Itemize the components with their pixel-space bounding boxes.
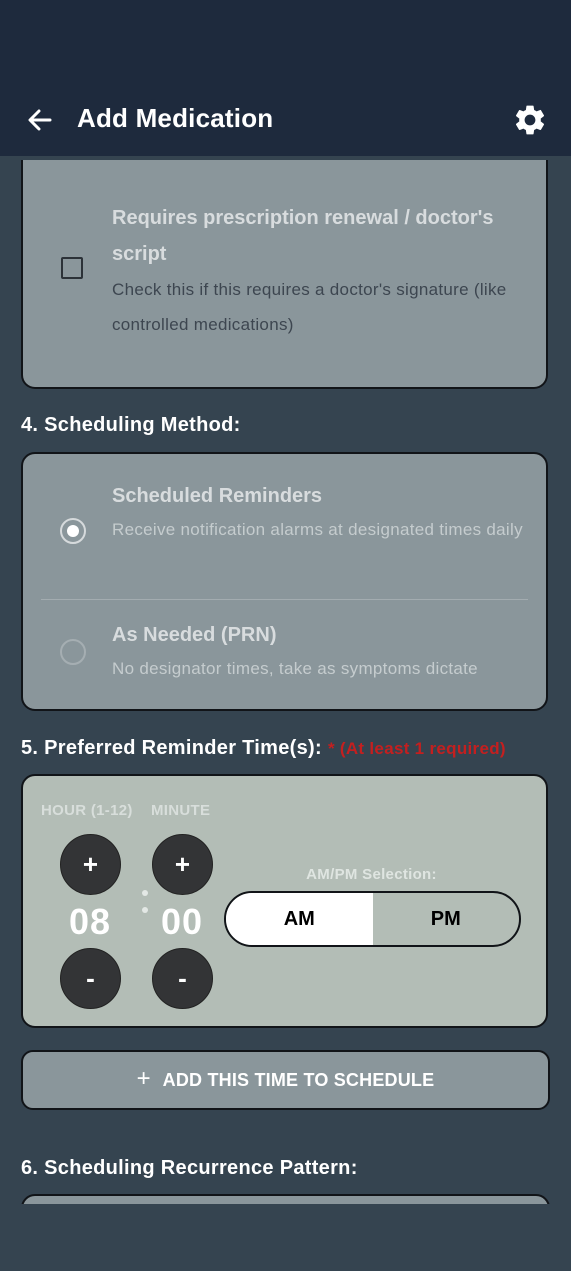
radio-as-needed[interactable] bbox=[60, 639, 86, 665]
colon-dot-top bbox=[142, 890, 148, 896]
ampm-label: AM/PM Selection: bbox=[306, 866, 437, 883]
reminder-time-label-text: 5. Preferred Reminder Time(s): bbox=[21, 737, 322, 759]
hour-value[interactable]: 08 bbox=[50, 901, 130, 943]
hour-decrement-button[interactable]: - bbox=[60, 948, 121, 1009]
option-title: As Needed (PRN) bbox=[112, 624, 277, 646]
page-title: Add Medication bbox=[77, 103, 274, 133]
bottom-navigation-area bbox=[0, 1204, 571, 1271]
option-title: Scheduled Reminders bbox=[112, 485, 323, 507]
recurrence-label: 6. Scheduling Recurrence Pattern: bbox=[21, 1157, 358, 1179]
plus-icon: + bbox=[136, 1064, 151, 1092]
option-description: No designator times, take as symptoms di… bbox=[112, 659, 478, 678]
app-bar: Add Medication bbox=[0, 80, 571, 156]
pm-option[interactable]: PM bbox=[373, 893, 520, 945]
minute-decrement-button[interactable]: - bbox=[152, 948, 213, 1009]
hour-increment-button[interactable]: + bbox=[60, 834, 121, 895]
minute-label: MINUTE bbox=[151, 802, 211, 819]
radio-scheduled-reminders[interactable] bbox=[60, 518, 86, 544]
ampm-toggle[interactable]: AM PM bbox=[224, 891, 521, 947]
settings-button[interactable] bbox=[512, 102, 548, 138]
time-picker-card: HOUR (1-12) MINUTE + + 08 00 - - AM/PM S… bbox=[21, 774, 548, 1028]
prescription-title: Requires prescription renewal / doctor's… bbox=[112, 207, 494, 265]
recurrence-card[interactable] bbox=[21, 1194, 550, 1204]
required-note: * (At least 1 required) bbox=[327, 739, 506, 758]
scheduling-method-label: 4. Scheduling Method: bbox=[21, 414, 241, 436]
reminder-time-label: 5. Preferred Reminder Time(s): * (At leas… bbox=[21, 737, 506, 760]
add-time-button-label: ADD THIS TIME TO SCHEDULE bbox=[162, 1069, 435, 1090]
arrow-left-icon bbox=[28, 109, 52, 131]
option-description: Receive notification alarms at designate… bbox=[112, 520, 523, 539]
prescription-description: Check this if this requires a doctor's s… bbox=[112, 280, 507, 334]
prescription-card[interactable]: Requires prescription renewal / doctor's… bbox=[21, 160, 548, 389]
minute-increment-button[interactable]: + bbox=[152, 834, 213, 895]
form-scroll-area[interactable]: Requires prescription renewal / doctor's… bbox=[0, 156, 571, 1204]
back-button[interactable] bbox=[22, 102, 58, 138]
add-time-button[interactable]: + ADD THIS TIME TO SCHEDULE bbox=[21, 1050, 550, 1110]
am-option[interactable]: AM bbox=[226, 893, 373, 945]
gear-icon bbox=[515, 105, 545, 135]
scheduling-method-card: Scheduled Reminders Receive notification… bbox=[21, 452, 548, 711]
prescription-checkbox[interactable] bbox=[61, 257, 83, 279]
minute-value[interactable]: 00 bbox=[142, 901, 222, 943]
divider bbox=[41, 599, 528, 600]
hour-label: HOUR (1-12) bbox=[41, 802, 133, 819]
status-bar-area bbox=[0, 0, 571, 80]
